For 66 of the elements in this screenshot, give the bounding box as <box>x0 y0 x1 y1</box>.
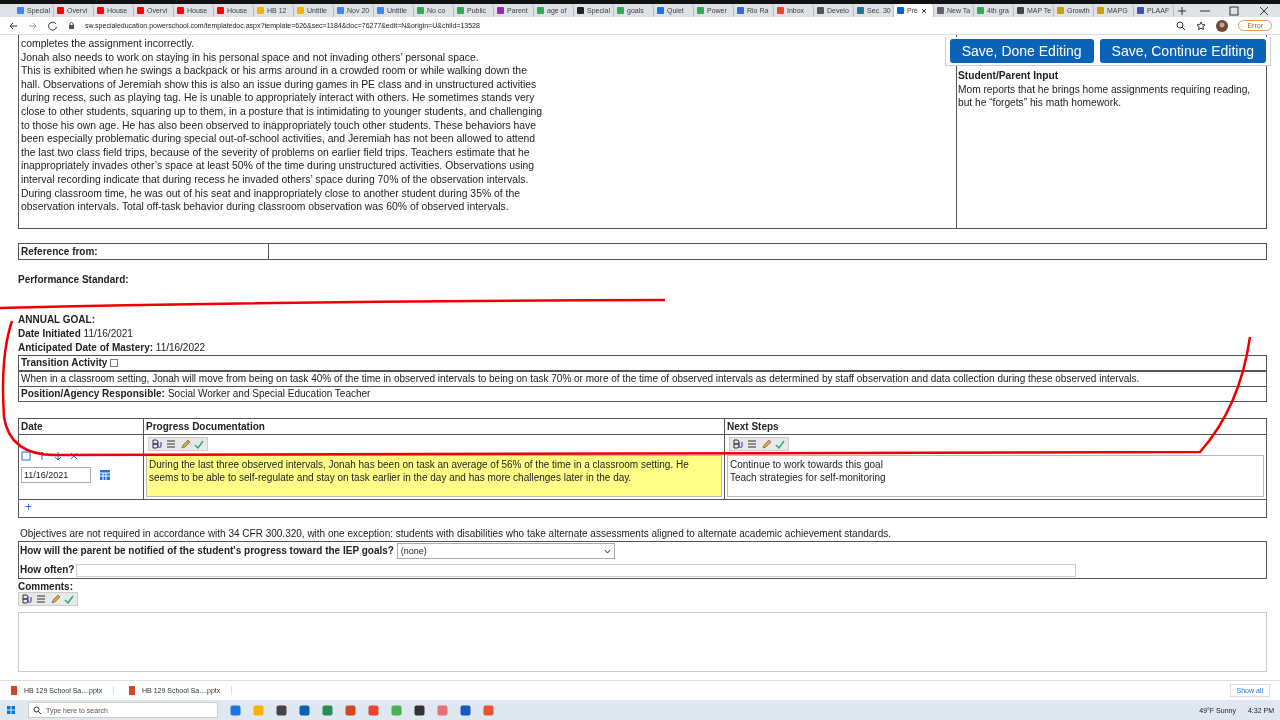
list-icon[interactable] <box>166 439 176 449</box>
spellcheck-icon[interactable] <box>194 439 204 449</box>
responsible-label: Position/Agency Responsible: <box>21 388 165 400</box>
reload-icon[interactable] <box>48 20 58 31</box>
app-icon[interactable] <box>414 704 425 716</box>
star-icon[interactable] <box>1196 20 1207 31</box>
pen-icon[interactable] <box>761 439 771 449</box>
app-icon[interactable] <box>276 704 287 716</box>
format-icon[interactable] <box>152 439 162 449</box>
column-header: Progress Documentation <box>144 419 725 435</box>
present-levels-paragraph: This is exhibited when he swings a backpack or his arms around in a crowded room or while walking down the hall. Observations of Jeremiah show this is also an issue during games in PE class and in unstructured activities during recess, such as playing tag. He is unable to appropriately interact with others. He sometimes stands very close to other students, squaring up to them, in a posture that is intimidating to younger students, and challenging to those his own age. He has also been observed to inappropriately touch other students. These behaviors have been especially problematic during special out-of-school activities, and Jeremiah has not been allowed to attend the last two class field trips, because of the severity of problems on earlier field trips. Teachers estimate that he inappropriately invades other’s space at least 50% of the time during unstructured activities. Observations using interval recording indicate that during recess he invaded others’ space during 70% of the observation intervals. During classroom time, he was out of his seat and inappropriately close to another student during 35% of the observation intervals. Total off-task behavior during classroom observation was 60% of observed intervals. <box>21 64 543 214</box>
format-icon[interactable] <box>22 594 32 604</box>
format-icon[interactable] <box>733 439 743 449</box>
delete-icon[interactable] <box>69 451 79 461</box>
column-header: Date <box>19 419 144 435</box>
goal-heading: ANNUAL GOAL: <box>18 314 96 325</box>
present-levels-paragraph: Jonah also needs to work on staying in his personal space and not invading others’ personal space. <box>21 50 480 65</box>
goal-text: When in a classroom setting, Jonah will move from being on task 40% of the time in observed intervals to being on task 70% or more of the time of observed intervals as determined by staff observation and data collection during these observed intervals. <box>21 373 1140 385</box>
date-initiated-label: Date Initiated <box>18 328 81 339</box>
reference-label: Reference from: <box>19 244 269 259</box>
how-often-field[interactable] <box>76 563 1077 577</box>
spellcheck-icon[interactable] <box>64 594 74 604</box>
responsible-value: Social Worker and Special Education Teacher <box>167 388 371 400</box>
avatar-icon[interactable] <box>1216 19 1229 32</box>
transition-label: Transition Activity <box>21 357 108 369</box>
panel-heading: Student/Parent Input <box>958 69 1060 83</box>
app-icon[interactable] <box>299 704 310 716</box>
column-header: Next Steps <box>725 419 1266 435</box>
objectives-note: Objectives are not required in accordance with 34 CFR 300.320, with one exception: students with disabilities who take alternate assessments aligned to alternate academic achievement standards. <box>20 528 893 539</box>
forward-icon[interactable] <box>28 20 38 31</box>
add-link[interactable]: + <box>25 500 32 514</box>
mastery-date: 11/16/2022 <box>155 342 206 353</box>
pen-icon[interactable] <box>180 439 190 449</box>
zoom-icon[interactable] <box>1176 20 1187 31</box>
list-icon[interactable] <box>36 594 46 604</box>
notification-select[interactable]: (none) <box>396 543 615 559</box>
down-arrow-icon[interactable] <box>53 451 63 461</box>
transition-checkbox[interactable] <box>110 359 119 367</box>
close-icon[interactable] <box>920 7 927 14</box>
file-icon <box>10 686 18 695</box>
save-button[interactable]: Save, Done Editing <box>949 39 1094 63</box>
list-icon[interactable] <box>747 439 757 449</box>
back-icon[interactable] <box>8 20 18 31</box>
parent-input-text: Mom reports that he brings home assignments requiring reading, but he “forgets” his math homework. <box>958 82 1252 110</box>
notification-question: How will the parent be notified of the student's progress toward the IEP goals? <box>20 545 394 556</box>
how-often-label: How often? <box>20 564 75 575</box>
search-icon <box>33 706 41 714</box>
app-icon[interactable] <box>460 704 471 716</box>
spellcheck-icon[interactable] <box>775 439 785 449</box>
caret-icon[interactable] <box>603 548 611 554</box>
performance-standard-label: Performance Standard: <box>18 274 130 285</box>
save-button[interactable]: Save, Continue Editing <box>1099 39 1266 63</box>
pen-icon[interactable] <box>50 594 60 604</box>
date-initiated: 11/16/2021 <box>83 328 133 339</box>
progress-text-area[interactable]: During the last three observed intervals, Jonah has been on task an average of 56% of the time in a classroom setting. He seems to be able to self-regulate and stay on task earlier in the day and has more challenges later in the day. <box>146 455 722 497</box>
new-tab-icon[interactable] <box>1177 4 1187 18</box>
mastery-label: Anticipated Date of Mastery: <box>18 342 154 353</box>
present-levels-paragraph: completes the assignment incorrectly. <box>21 37 196 51</box>
edit-icon[interactable] <box>21 451 31 461</box>
start-icon[interactable] <box>6 705 16 715</box>
file-icon <box>128 686 136 695</box>
date-field[interactable]: 11/16/2021 <box>21 467 91 483</box>
lock-icon <box>68 21 75 30</box>
next-steps-area[interactable]: Continue to work towards this goal Teach strategies for self-monitoring <box>727 455 1264 497</box>
comments-label: Comments: <box>18 581 74 592</box>
calendar-icon[interactable] <box>99 469 111 481</box>
